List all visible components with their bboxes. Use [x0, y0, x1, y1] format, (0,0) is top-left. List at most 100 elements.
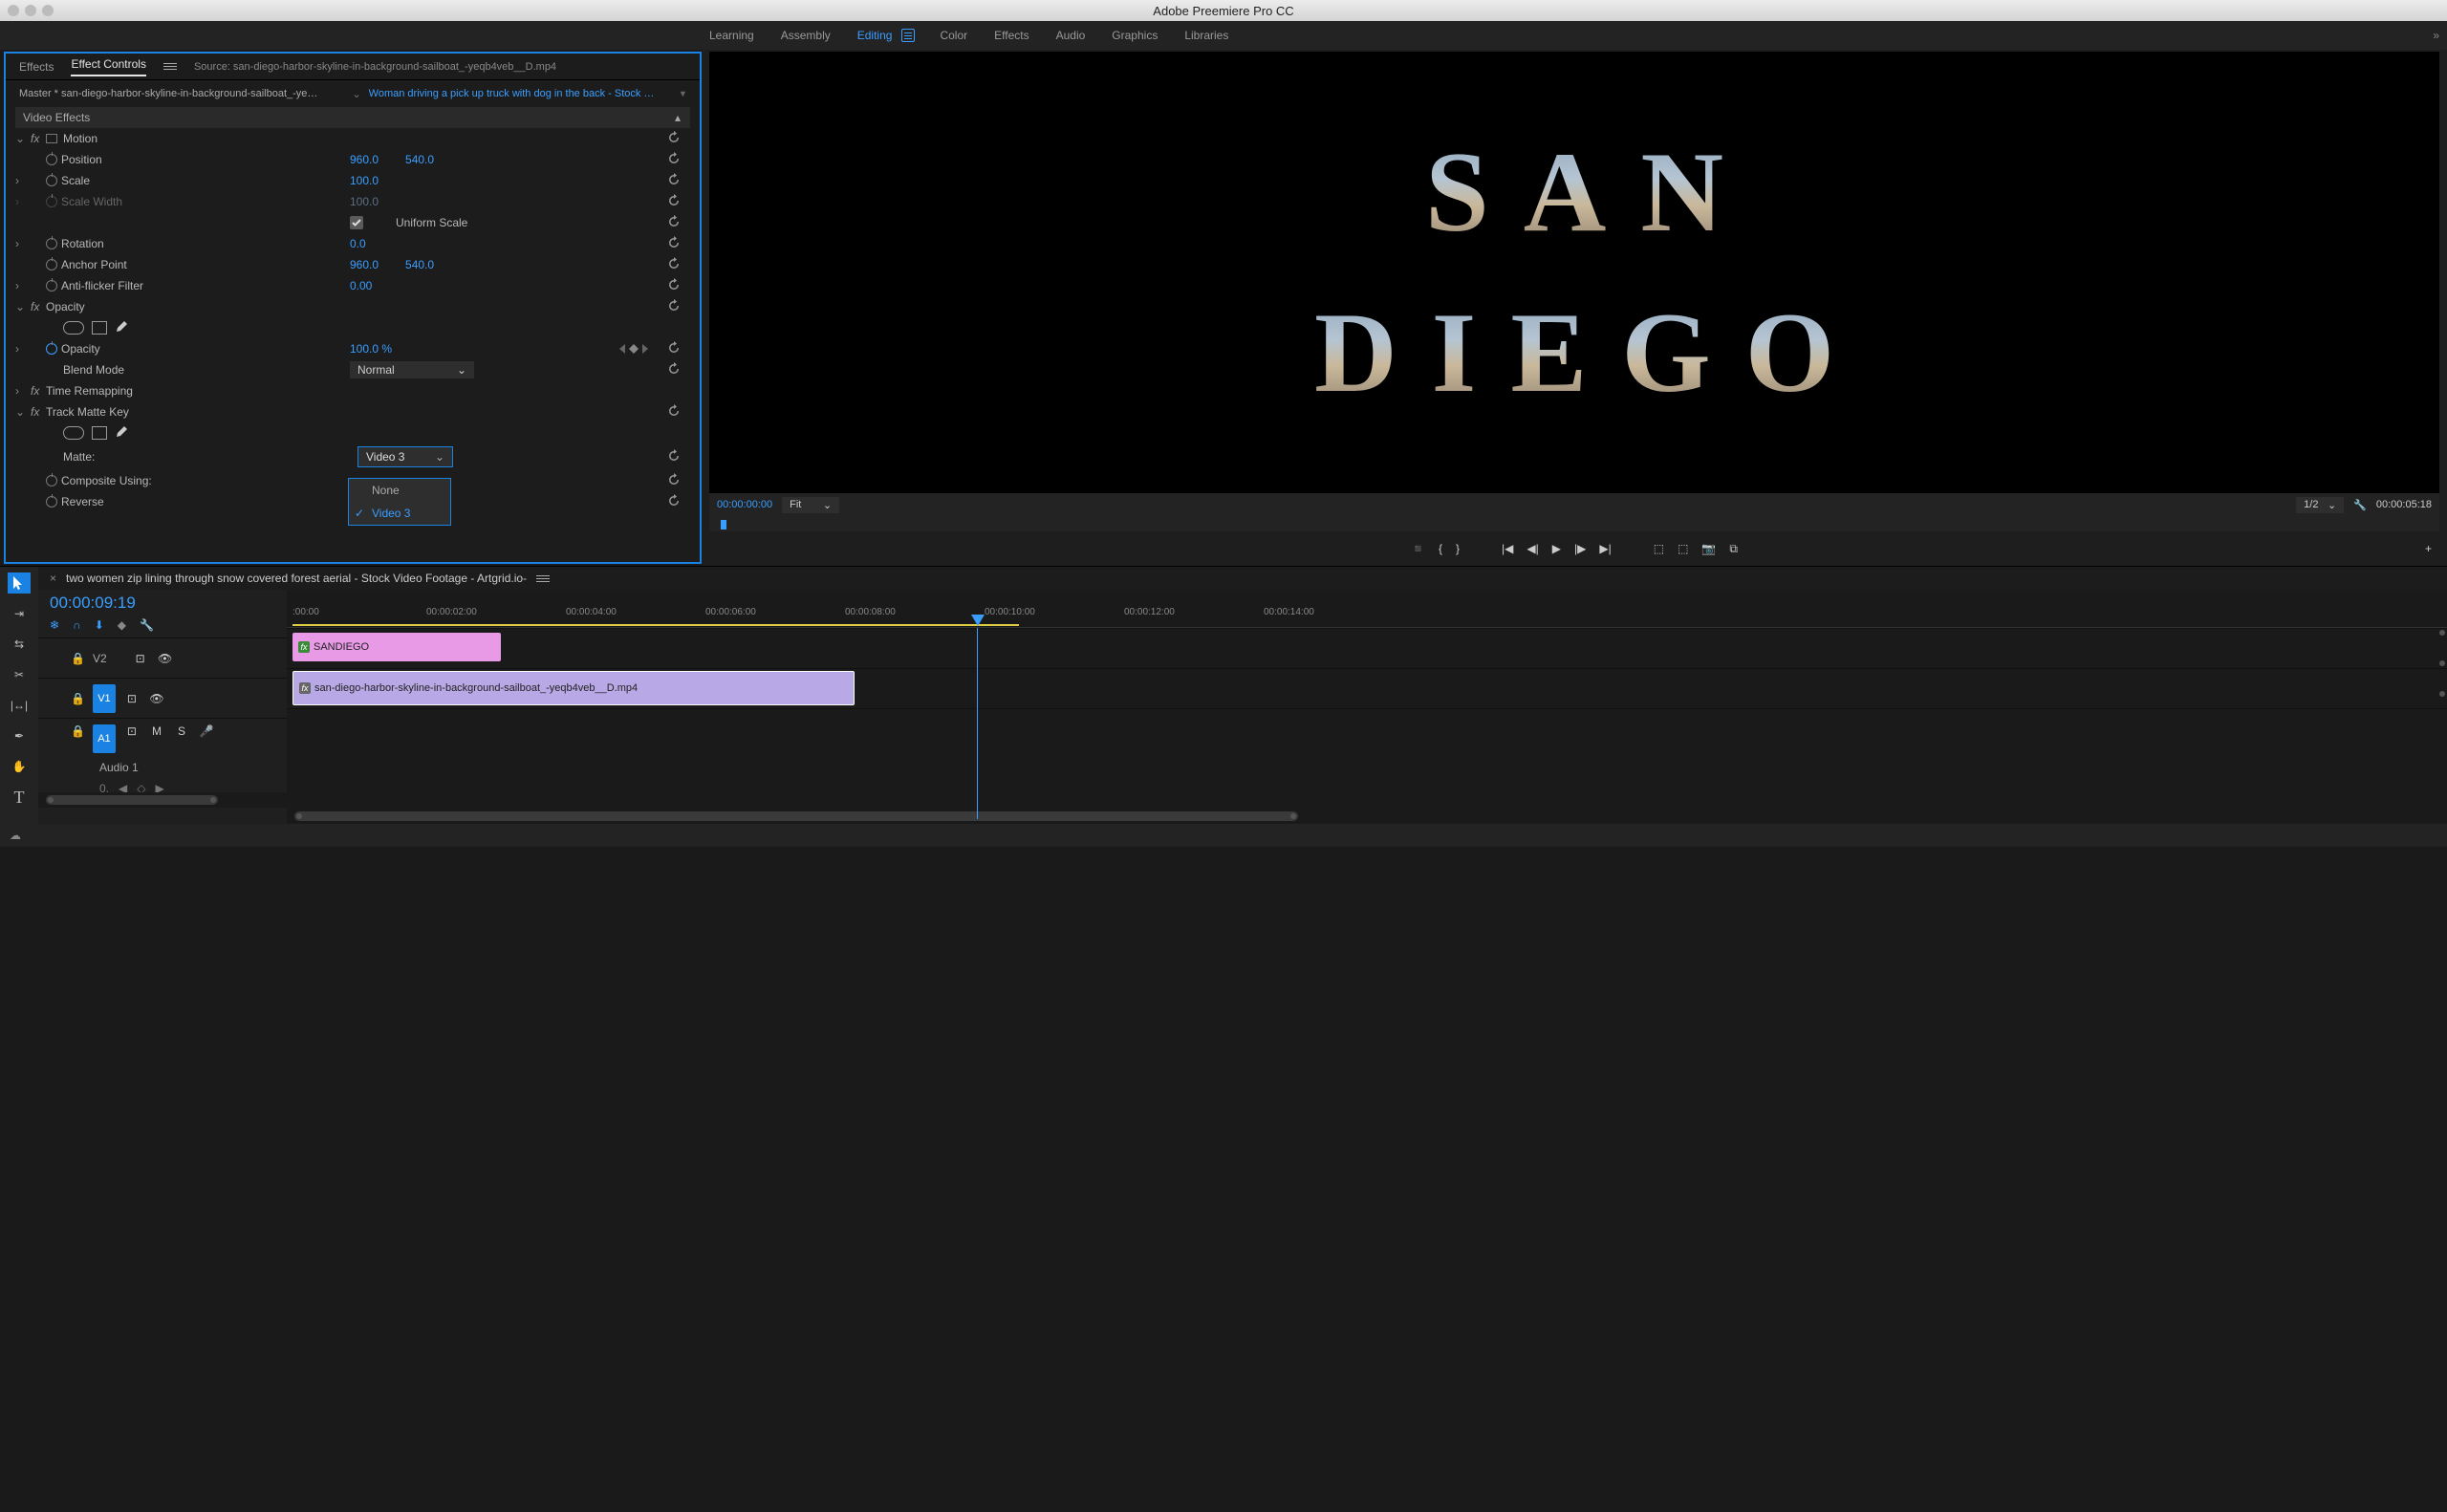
anchor-y[interactable]: 540.0	[405, 258, 434, 271]
antiflicker-value[interactable]: 0.00	[350, 279, 372, 292]
pen-mask-icon[interactable]	[115, 425, 128, 442]
clip-video[interactable]: fxsan-diego-harbor-skyline-in-background…	[292, 671, 855, 705]
mark-out-icon[interactable]: }	[1456, 542, 1460, 555]
reset-icon[interactable]	[667, 194, 681, 210]
timeline-tracks-area[interactable]: :00:00 00:00:02:00 00:00:04:00 00:00:06:…	[287, 590, 2447, 824]
effect-opacity[interactable]: Opacity	[46, 300, 85, 313]
zoom-fit-select[interactable]: Fit⌄	[782, 497, 839, 513]
reset-icon[interactable]	[667, 215, 681, 231]
workspace-overflow-icon[interactable]: »	[2433, 29, 2439, 42]
type-tool-icon[interactable]: T	[8, 787, 31, 808]
caret-icon[interactable]: ›	[15, 384, 31, 398]
uniform-scale-checkbox[interactable]	[350, 216, 363, 229]
add-marker-icon[interactable]: ⬇	[95, 618, 104, 632]
button-editor-icon[interactable]: +	[2425, 542, 2432, 555]
lock-icon[interactable]: 🔒	[71, 652, 85, 665]
position-y[interactable]: 540.0	[405, 153, 434, 166]
source-target-a1[interactable]: A1	[93, 724, 116, 753]
eye-icon[interactable]: 👁	[148, 692, 165, 705]
rect-mask-icon[interactable]	[92, 321, 107, 335]
blend-mode-select[interactable]: Normal⌄	[350, 361, 474, 378]
chevron-down-icon[interactable]: ⌄	[352, 88, 360, 100]
caret-icon[interactable]: ›	[15, 174, 31, 187]
track-v1-header[interactable]: 🔒 V1 ⊡ 👁	[38, 678, 287, 718]
rect-mask-icon[interactable]	[92, 426, 107, 440]
source-target-v1[interactable]: V1	[93, 684, 116, 713]
opacity-value[interactable]: 100.0 %	[350, 342, 392, 356]
selection-tool-icon[interactable]	[8, 572, 31, 594]
reset-icon[interactable]	[667, 257, 681, 273]
workspace-editing[interactable]: Editing	[855, 25, 895, 46]
effect-track-matte-key[interactable]: Track Matte Key	[46, 405, 129, 419]
snap-icon[interactable]: ❄	[50, 618, 59, 632]
workspace-graphics[interactable]: Graphics	[1110, 25, 1159, 46]
solo-button[interactable]: S	[173, 724, 190, 738]
keyframe-nav[interactable]	[619, 344, 648, 354]
fx-badge-icon[interactable]: fx	[31, 132, 46, 145]
slip-tool-icon[interactable]: |↔|	[8, 695, 31, 716]
workspace-assembly[interactable]: Assembly	[779, 25, 833, 46]
caret-icon[interactable]: ›	[15, 237, 31, 250]
stopwatch-icon[interactable]	[46, 259, 57, 270]
cloud-sync-icon[interactable]: ☁	[10, 829, 21, 842]
rotation-value[interactable]: 0.0	[350, 237, 366, 250]
scale-value[interactable]: 100.0	[350, 174, 379, 187]
reset-icon[interactable]	[667, 278, 681, 294]
timeline-timecode[interactable]: 00:00:09:19	[38, 590, 287, 616]
sequence-clip-link[interactable]: Woman driving a pick up truck with dog i…	[369, 88, 655, 99]
playhead-icon[interactable]	[721, 520, 726, 529]
pin-icon[interactable]: ▸	[678, 91, 690, 97]
linked-selection-icon[interactable]: ∩	[73, 618, 81, 632]
track-a1-header[interactable]: 🔒 A1 ⊡ M S 🎤 Audio 1 0. ◀ ◇ ▶	[38, 718, 287, 792]
reset-icon[interactable]	[667, 131, 681, 147]
close-sequence-icon[interactable]: ×	[50, 572, 56, 585]
fx-badge-icon[interactable]: fx	[31, 405, 46, 419]
effect-time-remapping[interactable]: Time Remapping	[46, 384, 133, 398]
program-scrubber[interactable]	[709, 516, 2439, 531]
stopwatch-icon[interactable]	[46, 343, 57, 355]
reset-icon[interactable]	[667, 473, 681, 489]
stopwatch-icon[interactable]	[46, 175, 57, 186]
work-area-bar[interactable]	[292, 624, 1019, 626]
reset-icon[interactable]	[667, 236, 681, 252]
caret-icon[interactable]: ⌄	[15, 300, 31, 313]
lock-icon[interactable]: 🔒	[71, 692, 85, 705]
add-marker-icon[interactable]: ◾	[1411, 542, 1425, 555]
extract-icon[interactable]: ⬚	[1678, 542, 1688, 555]
stopwatch-icon[interactable]	[46, 280, 57, 292]
go-to-in-icon[interactable]: |◀	[1502, 542, 1513, 555]
matte-select[interactable]: Video 3⌄	[357, 446, 453, 467]
program-in-timecode[interactable]: 00:00:00:00	[717, 499, 772, 510]
reset-icon[interactable]	[667, 404, 681, 421]
track-select-tool-icon[interactable]: ⇥	[8, 603, 31, 624]
step-back-icon[interactable]: ◀|	[1527, 542, 1538, 555]
play-icon[interactable]: ▶	[1552, 542, 1561, 555]
position-x[interactable]: 960.0	[350, 153, 379, 166]
voice-over-icon[interactable]: 🎤	[198, 724, 215, 738]
lift-icon[interactable]: ⬚	[1654, 542, 1664, 555]
hand-tool-icon[interactable]: ✋	[8, 756, 31, 777]
sync-lock-icon[interactable]: ⊡	[123, 692, 141, 705]
workspace-menu-icon[interactable]	[901, 29, 915, 42]
marker-icon[interactable]: ◆	[118, 618, 126, 632]
pen-mask-icon[interactable]	[115, 320, 128, 336]
razor-tool-icon[interactable]: ✂	[8, 664, 31, 685]
reset-icon[interactable]	[667, 341, 681, 357]
settings-icon[interactable]: 🔧	[2353, 499, 2367, 511]
caret-icon[interactable]: ›	[15, 279, 31, 292]
reset-icon[interactable]	[667, 299, 681, 315]
caret-icon[interactable]: ⌄	[15, 405, 31, 419]
eye-icon[interactable]: 👁	[157, 652, 174, 665]
anchor-x[interactable]: 960.0	[350, 258, 379, 271]
workspace-audio[interactable]: Audio	[1054, 25, 1088, 46]
tab-effects[interactable]: Effects	[19, 60, 54, 74]
pen-tool-icon[interactable]: ✒	[8, 725, 31, 746]
ellipse-mask-icon[interactable]	[63, 321, 84, 335]
sequence-name[interactable]: two women zip lining through snow covere…	[66, 572, 527, 585]
reset-icon[interactable]	[667, 494, 681, 510]
ellipse-mask-icon[interactable]	[63, 426, 84, 440]
playhead-line[interactable]	[977, 628, 978, 819]
workspace-effects[interactable]: Effects	[992, 25, 1030, 46]
resolution-select[interactable]: 1/2⌄	[2296, 497, 2344, 513]
settings-icon[interactable]: 🔧	[140, 618, 154, 632]
